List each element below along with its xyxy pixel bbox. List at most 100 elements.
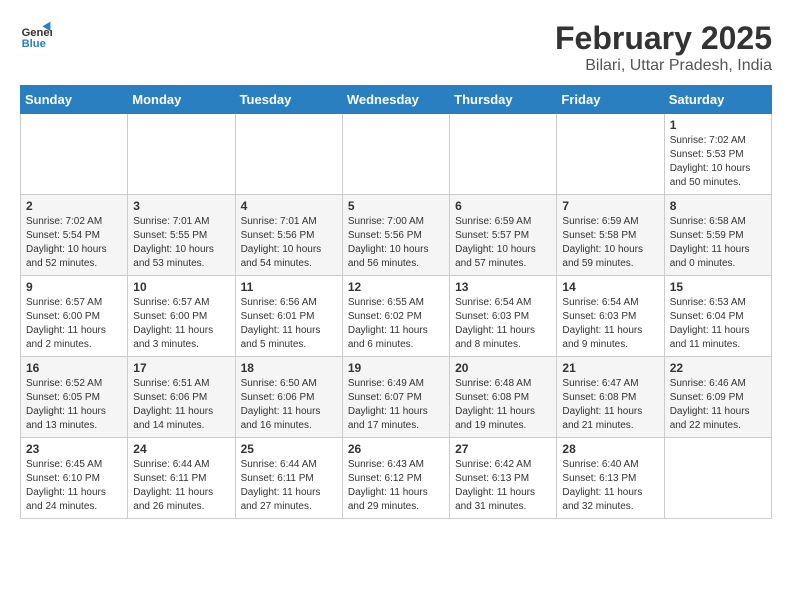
day-number: 15 bbox=[670, 280, 766, 294]
day-number: 26 bbox=[348, 442, 444, 456]
day-number: 4 bbox=[241, 199, 337, 213]
day-number: 23 bbox=[26, 442, 122, 456]
day-number: 24 bbox=[133, 442, 229, 456]
day-info: Sunrise: 6:53 AM Sunset: 6:04 PM Dayligh… bbox=[670, 296, 766, 352]
day-number: 12 bbox=[348, 280, 444, 294]
calendar-table: SundayMondayTuesdayWednesdayThursdayFrid… bbox=[20, 85, 772, 519]
day-info: Sunrise: 6:45 AM Sunset: 6:10 PM Dayligh… bbox=[26, 458, 122, 514]
day-cell: 12Sunrise: 6:55 AM Sunset: 6:02 PM Dayli… bbox=[342, 276, 449, 357]
day-info: Sunrise: 6:54 AM Sunset: 6:03 PM Dayligh… bbox=[562, 296, 658, 352]
day-number: 14 bbox=[562, 280, 658, 294]
day-cell bbox=[128, 114, 235, 195]
day-number: 8 bbox=[670, 199, 766, 213]
week-row-3: 9 Sunrise: 6:57 AM Sunset: 6:00 PM Daylig… bbox=[21, 276, 772, 357]
day-number: 20 bbox=[455, 361, 551, 375]
weekday-header-monday: Monday bbox=[128, 86, 235, 114]
weekday-header-wednesday: Wednesday bbox=[342, 86, 449, 114]
day-number: 5 bbox=[348, 199, 444, 213]
day-number: 3 bbox=[133, 199, 229, 213]
day-cell: 16 Sunrise: 6:52 AM Sunset: 6:05 PM Dayli… bbox=[21, 357, 128, 438]
day-cell: 24 Sunrise: 6:44 AM Sunset: 6:11 PM Dayli… bbox=[128, 438, 235, 519]
day-info: Sunrise: 6:43 AM Sunset: 6:12 PM Dayligh… bbox=[348, 458, 444, 514]
day-number: 28 bbox=[562, 442, 658, 456]
day-cell bbox=[450, 114, 557, 195]
page-header: General Blue February 2025 Bilari, Uttar… bbox=[20, 20, 772, 75]
day-cell: 8 Sunrise: 6:58 AM Sunset: 5:59 PM Daylig… bbox=[664, 195, 771, 276]
day-cell: 6Sunrise: 6:59 AM Sunset: 5:57 PM Daylig… bbox=[450, 195, 557, 276]
day-cell: 9 Sunrise: 6:57 AM Sunset: 6:00 PM Daylig… bbox=[21, 276, 128, 357]
day-info: Sunrise: 6:46 AM Sunset: 6:09 PM Dayligh… bbox=[670, 377, 766, 433]
day-cell: 23 Sunrise: 6:45 AM Sunset: 6:10 PM Dayli… bbox=[21, 438, 128, 519]
day-cell: 26 Sunrise: 6:43 AM Sunset: 6:12 PM Dayli… bbox=[342, 438, 449, 519]
day-info: Sunrise: 6:44 AM Sunset: 6:11 PM Dayligh… bbox=[241, 458, 337, 514]
weekday-header-thursday: Thursday bbox=[450, 86, 557, 114]
weekday-header-friday: Friday bbox=[557, 86, 664, 114]
day-info: Sunrise: 6:47 AM Sunset: 6:08 PM Dayligh… bbox=[562, 377, 658, 433]
svg-text:Blue: Blue bbox=[22, 38, 46, 50]
day-cell: 10 Sunrise: 6:57 AM Sunset: 6:00 PM Dayli… bbox=[128, 276, 235, 357]
day-cell: 4 Sunrise: 7:01 AM Sunset: 5:56 PM Daylig… bbox=[235, 195, 342, 276]
logo-icon: General Blue bbox=[20, 20, 52, 52]
day-number: 18 bbox=[241, 361, 337, 375]
day-cell bbox=[342, 114, 449, 195]
day-cell: 21 Sunrise: 6:47 AM Sunset: 6:08 PM Dayli… bbox=[557, 357, 664, 438]
day-number: 9 bbox=[26, 280, 122, 294]
day-number: 7 bbox=[562, 199, 658, 213]
day-cell: 14 Sunrise: 6:54 AM Sunset: 6:03 PM Dayli… bbox=[557, 276, 664, 357]
day-number: 11 bbox=[241, 280, 337, 294]
day-info: Sunrise: 6:51 AM Sunset: 6:06 PM Dayligh… bbox=[133, 377, 229, 433]
day-cell: 28 Sunrise: 6:40 AM Sunset: 6:13 PM Dayli… bbox=[557, 438, 664, 519]
day-number: 16 bbox=[26, 361, 122, 375]
weekday-header-row: SundayMondayTuesdayWednesdayThursdayFrid… bbox=[21, 86, 772, 114]
day-cell: 19Sunrise: 6:49 AM Sunset: 6:07 PM Dayli… bbox=[342, 357, 449, 438]
day-cell: 13 Sunrise: 6:54 AM Sunset: 6:03 PM Dayli… bbox=[450, 276, 557, 357]
day-cell bbox=[557, 114, 664, 195]
day-info: Sunrise: 6:44 AM Sunset: 6:11 PM Dayligh… bbox=[133, 458, 229, 514]
day-info: Sunrise: 6:50 AM Sunset: 6:06 PM Dayligh… bbox=[241, 377, 337, 433]
day-cell: 27 Sunrise: 6:42 AM Sunset: 6:13 PM Dayli… bbox=[450, 438, 557, 519]
day-info: Sunrise: 6:57 AM Sunset: 6:00 PM Dayligh… bbox=[26, 296, 122, 352]
day-cell: 17Sunrise: 6:51 AM Sunset: 6:06 PM Dayli… bbox=[128, 357, 235, 438]
location-title: Bilari, Uttar Pradesh, India bbox=[555, 57, 772, 75]
week-row-2: 2 Sunrise: 7:02 AM Sunset: 5:54 PM Daylig… bbox=[21, 195, 772, 276]
day-cell bbox=[664, 438, 771, 519]
day-info: Sunrise: 7:02 AM Sunset: 5:54 PM Dayligh… bbox=[26, 215, 122, 271]
day-number: 25 bbox=[241, 442, 337, 456]
week-row-5: 23 Sunrise: 6:45 AM Sunset: 6:10 PM Dayli… bbox=[21, 438, 772, 519]
day-number: 2 bbox=[26, 199, 122, 213]
day-info: Sunrise: 7:01 AM Sunset: 5:55 PM Dayligh… bbox=[133, 215, 229, 271]
day-number: 1 bbox=[670, 118, 766, 132]
day-info: Sunrise: 6:42 AM Sunset: 6:13 PM Dayligh… bbox=[455, 458, 551, 514]
day-number: 22 bbox=[670, 361, 766, 375]
day-info: Sunrise: 6:56 AM Sunset: 6:01 PM Dayligh… bbox=[241, 296, 337, 352]
day-number: 13 bbox=[455, 280, 551, 294]
day-cell: 2 Sunrise: 7:02 AM Sunset: 5:54 PM Daylig… bbox=[21, 195, 128, 276]
weekday-header-sunday: Sunday bbox=[21, 86, 128, 114]
day-number: 21 bbox=[562, 361, 658, 375]
day-cell: 3 Sunrise: 7:01 AM Sunset: 5:55 PM Daylig… bbox=[128, 195, 235, 276]
day-info: Sunrise: 6:49 AM Sunset: 6:07 PM Dayligh… bbox=[348, 377, 444, 433]
day-cell: 20 Sunrise: 6:48 AM Sunset: 6:08 PM Dayli… bbox=[450, 357, 557, 438]
day-cell: 11 Sunrise: 6:56 AM Sunset: 6:01 PM Dayli… bbox=[235, 276, 342, 357]
weekday-header-saturday: Saturday bbox=[664, 86, 771, 114]
day-cell: 18 Sunrise: 6:50 AM Sunset: 6:06 PM Dayli… bbox=[235, 357, 342, 438]
day-info: Sunrise: 6:54 AM Sunset: 6:03 PM Dayligh… bbox=[455, 296, 551, 352]
day-number: 10 bbox=[133, 280, 229, 294]
week-row-4: 16 Sunrise: 6:52 AM Sunset: 6:05 PM Dayli… bbox=[21, 357, 772, 438]
day-number: 27 bbox=[455, 442, 551, 456]
weekday-header-tuesday: Tuesday bbox=[235, 86, 342, 114]
day-info: Sunrise: 6:57 AM Sunset: 6:00 PM Dayligh… bbox=[133, 296, 229, 352]
day-info: Sunrise: 7:00 AM Sunset: 5:56 PM Dayligh… bbox=[348, 215, 444, 271]
day-cell: 25 Sunrise: 6:44 AM Sunset: 6:11 PM Dayli… bbox=[235, 438, 342, 519]
day-info: Sunrise: 7:01 AM Sunset: 5:56 PM Dayligh… bbox=[241, 215, 337, 271]
day-info: Sunrise: 6:58 AM Sunset: 5:59 PM Dayligh… bbox=[670, 215, 766, 271]
day-cell bbox=[21, 114, 128, 195]
day-info: Sunrise: 6:40 AM Sunset: 6:13 PM Dayligh… bbox=[562, 458, 658, 514]
day-cell: 22 Sunrise: 6:46 AM Sunset: 6:09 PM Dayli… bbox=[664, 357, 771, 438]
day-cell bbox=[235, 114, 342, 195]
day-info: Sunrise: 6:59 AM Sunset: 5:58 PM Dayligh… bbox=[562, 215, 658, 271]
week-row-1: 1Sunrise: 7:02 AM Sunset: 5:53 PM Daylig… bbox=[21, 114, 772, 195]
day-info: Sunrise: 6:48 AM Sunset: 6:08 PM Dayligh… bbox=[455, 377, 551, 433]
day-cell: 7 Sunrise: 6:59 AM Sunset: 5:58 PM Daylig… bbox=[557, 195, 664, 276]
day-info: Sunrise: 6:52 AM Sunset: 6:05 PM Dayligh… bbox=[26, 377, 122, 433]
